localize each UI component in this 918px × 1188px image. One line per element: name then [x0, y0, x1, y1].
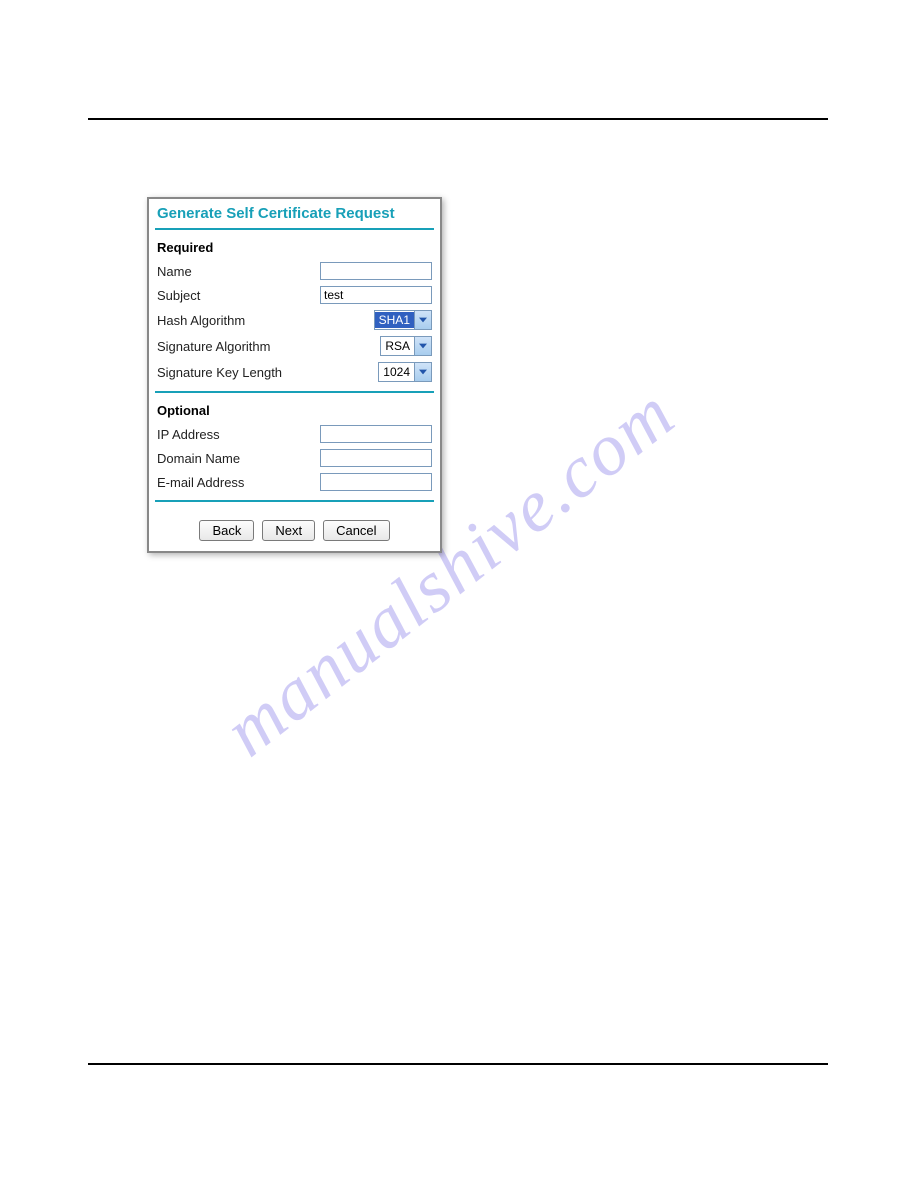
- hash-algorithm-label: Hash Algorithm: [157, 313, 374, 328]
- name-input[interactable]: [320, 262, 432, 280]
- divider: [155, 391, 434, 393]
- subject-row: Subject: [155, 283, 434, 307]
- back-button[interactable]: Back: [199, 520, 254, 541]
- email-address-label: E-mail Address: [157, 475, 320, 490]
- domain-name-label: Domain Name: [157, 451, 320, 466]
- ip-address-input[interactable]: [320, 425, 432, 443]
- subject-input[interactable]: [320, 286, 432, 304]
- signature-algorithm-row: Signature Algorithm RSA: [155, 333, 434, 359]
- name-row: Name: [155, 259, 434, 283]
- signature-key-length-value: 1024: [379, 364, 414, 380]
- chevron-down-icon: [414, 311, 431, 329]
- button-row: Back Next Cancel: [155, 510, 434, 541]
- required-section-heading: Required: [155, 238, 434, 259]
- signature-algorithm-select[interactable]: RSA: [380, 336, 432, 356]
- signature-key-length-label: Signature Key Length: [157, 365, 378, 380]
- horizontal-rule-bottom: [88, 1063, 828, 1065]
- signature-algorithm-value: RSA: [381, 338, 414, 354]
- hash-algorithm-select[interactable]: SHA1: [374, 310, 432, 330]
- divider: [155, 228, 434, 230]
- email-address-row: E-mail Address: [155, 470, 434, 494]
- name-label: Name: [157, 264, 320, 279]
- dialog-title: Generate Self Certificate Request: [155, 203, 434, 228]
- next-button[interactable]: Next: [262, 520, 315, 541]
- subject-label: Subject: [157, 288, 320, 303]
- signature-algorithm-label: Signature Algorithm: [157, 339, 380, 354]
- ip-address-label: IP Address: [157, 427, 320, 442]
- certificate-request-dialog: Generate Self Certificate Request Requir…: [147, 197, 442, 553]
- hash-algorithm-value: SHA1: [375, 312, 414, 328]
- domain-name-input[interactable]: [320, 449, 432, 467]
- hash-algorithm-row: Hash Algorithm SHA1: [155, 307, 434, 333]
- domain-name-row: Domain Name: [155, 446, 434, 470]
- chevron-down-icon: [414, 363, 431, 381]
- email-address-input[interactable]: [320, 473, 432, 491]
- horizontal-rule-top: [88, 118, 828, 120]
- chevron-down-icon: [414, 337, 431, 355]
- cancel-button[interactable]: Cancel: [323, 520, 389, 541]
- signature-key-length-row: Signature Key Length 1024: [155, 359, 434, 385]
- ip-address-row: IP Address: [155, 422, 434, 446]
- divider: [155, 500, 434, 502]
- signature-key-length-select[interactable]: 1024: [378, 362, 432, 382]
- optional-section-heading: Optional: [155, 401, 434, 422]
